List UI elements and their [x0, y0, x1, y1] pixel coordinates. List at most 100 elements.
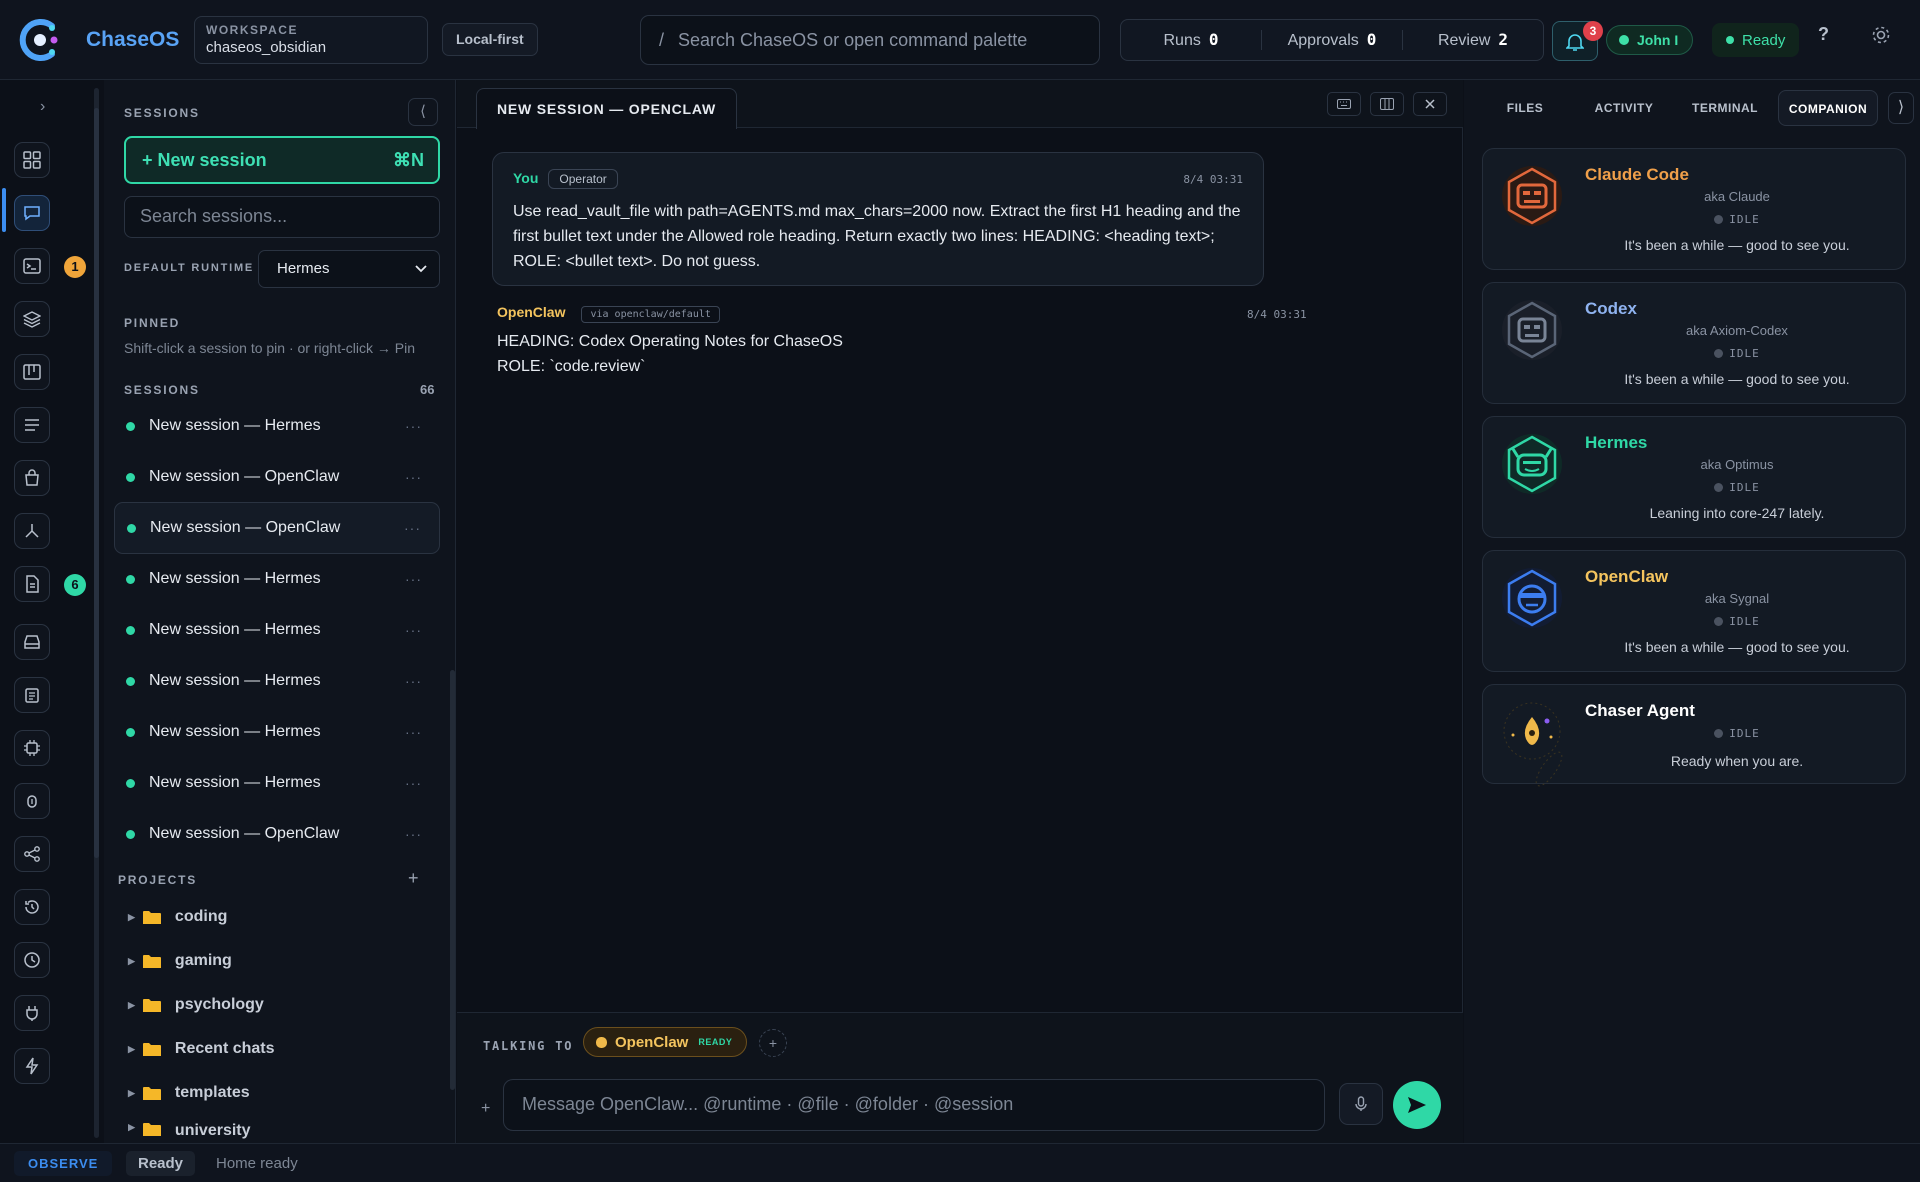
workspace-selector[interactable]: WORKSPACE chaseos_obsidian — [194, 16, 428, 64]
status-dot — [1714, 617, 1724, 626]
project-name: templates — [174, 1084, 250, 1101]
expand-panel-button[interactable]: ⟩ — [1888, 92, 1914, 124]
message-input[interactable]: Message OpenClaw... @runtime · @file · @… — [503, 1079, 1325, 1131]
plug-icon[interactable] — [14, 995, 50, 1031]
add-agent-button[interactable]: + — [759, 1029, 787, 1057]
project-folder[interactable]: ▶ Recent chats — [128, 1029, 275, 1069]
more-icon[interactable]: ··· — [405, 622, 422, 638]
gear-icon[interactable] — [1870, 24, 1892, 46]
shopping-bag-icon[interactable] — [14, 460, 50, 496]
runs-stat[interactable]: Runs 0 — [1121, 30, 1262, 50]
close-icon[interactable] — [1413, 92, 1447, 116]
more-icon[interactable]: ··· — [405, 775, 422, 791]
review-stat[interactable]: Review 2 — [1403, 30, 1543, 50]
dashboard-icon[interactable] — [14, 142, 50, 178]
graph-icon[interactable] — [14, 513, 50, 549]
command-palette-search[interactable]: / Search ChaseOS or open command palette — [640, 15, 1100, 65]
codex-avatar-icon — [1502, 300, 1562, 360]
rail-scrollbar[interactable] — [94, 88, 99, 1138]
more-icon[interactable]: ··· — [405, 571, 422, 587]
session-item[interactable]: New session — Hermes ··· — [114, 402, 440, 450]
bolt-icon[interactable] — [14, 1048, 50, 1084]
session-item-selected[interactable]: New session — OpenClaw ··· — [114, 502, 440, 554]
list-icon[interactable] — [14, 407, 50, 443]
companion-card-codex[interactable]: Codex aka Axiom-Codex IDLE It's been a w… — [1482, 282, 1906, 404]
document-icon[interactable] — [14, 566, 50, 602]
session-item[interactable]: New session — OpenClaw ··· — [114, 453, 440, 501]
chat-icon[interactable] — [14, 195, 50, 231]
split-view-icon[interactable] — [1370, 92, 1404, 116]
project-folder[interactable]: ▶ university — [128, 1117, 251, 1143]
history-icon[interactable] — [14, 889, 50, 925]
more-icon[interactable]: ··· — [404, 520, 421, 536]
talking-to-chip[interactable]: OpenClaw READY — [583, 1027, 748, 1057]
cpu-icon[interactable] — [14, 730, 50, 766]
send-button[interactable] — [1393, 1081, 1441, 1129]
hermes-avatar-icon — [1502, 434, 1562, 494]
session-status-dot — [126, 676, 135, 686]
keyboard-icon[interactable] — [1327, 92, 1361, 116]
project-folder[interactable]: ▶ gaming — [128, 941, 232, 981]
companion-card-hermes[interactable]: Hermes aka Optimus IDLE Leaning into cor… — [1482, 416, 1906, 538]
tab-companion[interactable]: COMPANION — [1778, 90, 1878, 126]
approvals-stat[interactable]: Approvals 0 — [1262, 30, 1403, 50]
session-item[interactable]: New session — Hermes ··· — [114, 657, 440, 705]
expand-rail-icon[interactable]: › — [40, 98, 45, 116]
companion-card-chaser-agent[interactable]: Chaser Agent IDLE Ready when you are. — [1482, 684, 1906, 787]
local-first-badge[interactable]: Local-first — [442, 23, 538, 56]
terminal-icon[interactable] — [14, 248, 50, 284]
terminal-badge: 1 — [64, 256, 86, 278]
microphone-button[interactable] — [1339, 1083, 1383, 1125]
project-folder[interactable]: ▶ psychology — [128, 985, 264, 1025]
companion-name: Chaser Agent — [1585, 701, 1695, 720]
chaseos-logo-icon[interactable] — [16, 16, 64, 64]
expand-triangle-icon[interactable]: ▶ — [128, 1122, 135, 1133]
layers-icon[interactable] — [14, 301, 50, 337]
new-session-label: + New session — [142, 149, 267, 170]
tab-files[interactable]: FILES — [1478, 90, 1572, 126]
project-folder[interactable]: ▶ coding — [128, 897, 227, 937]
tab-activity[interactable]: ACTIVITY — [1576, 90, 1672, 126]
help-icon[interactable]: ? — [1818, 24, 1829, 45]
session-search-input[interactable]: Search sessions... — [124, 196, 440, 238]
expand-triangle-icon[interactable]: ▶ — [128, 1088, 135, 1099]
tab-terminal[interactable]: TERMINAL — [1676, 90, 1774, 126]
sessions-count: 66 — [420, 382, 435, 397]
expand-triangle-icon[interactable]: ▶ — [128, 956, 135, 967]
review-label: Review — [1437, 32, 1491, 49]
companion-message: It's been a while — good to see you. — [1624, 237, 1850, 253]
add-project-button[interactable]: + — [408, 868, 419, 889]
session-item[interactable]: New session — Hermes ··· — [114, 708, 440, 756]
folder-icon — [142, 1123, 161, 1136]
clock-icon[interactable] — [14, 942, 50, 978]
attach-button[interactable]: + — [481, 1100, 490, 1118]
more-icon[interactable]: ··· — [405, 418, 422, 434]
more-icon[interactable]: ··· — [405, 673, 422, 689]
more-icon[interactable]: ··· — [405, 826, 422, 842]
share-icon[interactable] — [14, 836, 50, 872]
sidebar-scrollbar[interactable] — [450, 670, 455, 1090]
more-icon[interactable]: ··· — [405, 469, 422, 485]
expand-triangle-icon[interactable]: ▶ — [128, 912, 135, 923]
companion-card-claude-code[interactable]: Claude Code aka Claude IDLE It's been a … — [1482, 148, 1906, 270]
user-menu[interactable]: John I — [1606, 25, 1694, 55]
more-icon[interactable]: ··· — [405, 724, 422, 740]
inbox-icon[interactable] — [14, 624, 50, 660]
notes-icon[interactable] — [14, 677, 50, 713]
companion-card-openclaw[interactable]: OpenClaw aka Sygnal IDLE It's been a whi… — [1482, 550, 1906, 672]
project-folder[interactable]: ▶ templates — [128, 1073, 250, 1113]
session-item[interactable]: New session — Hermes ··· — [114, 555, 440, 603]
bug-icon[interactable] — [14, 783, 50, 819]
expand-triangle-icon[interactable]: ▶ — [128, 1000, 135, 1011]
session-item[interactable]: New session — Hermes ··· — [114, 606, 440, 654]
notifications-button[interactable]: 3 — [1552, 21, 1603, 61]
default-runtime-select[interactable]: Hermes — [258, 250, 440, 288]
kanban-icon[interactable] — [14, 354, 50, 390]
new-session-button[interactable]: + New session ⌘N — [124, 136, 440, 184]
session-item[interactable]: New session — Hermes ··· — [114, 759, 440, 807]
observe-mode-badge[interactable]: OBSERVE — [14, 1151, 113, 1176]
collapse-sidebar-button[interactable]: ⟨ — [408, 98, 438, 126]
session-item[interactable]: New session — OpenClaw ··· — [114, 810, 440, 858]
tab-session-openclaw[interactable]: NEW SESSION — OPENCLAW — [476, 88, 738, 129]
expand-triangle-icon[interactable]: ▶ — [128, 1044, 135, 1055]
